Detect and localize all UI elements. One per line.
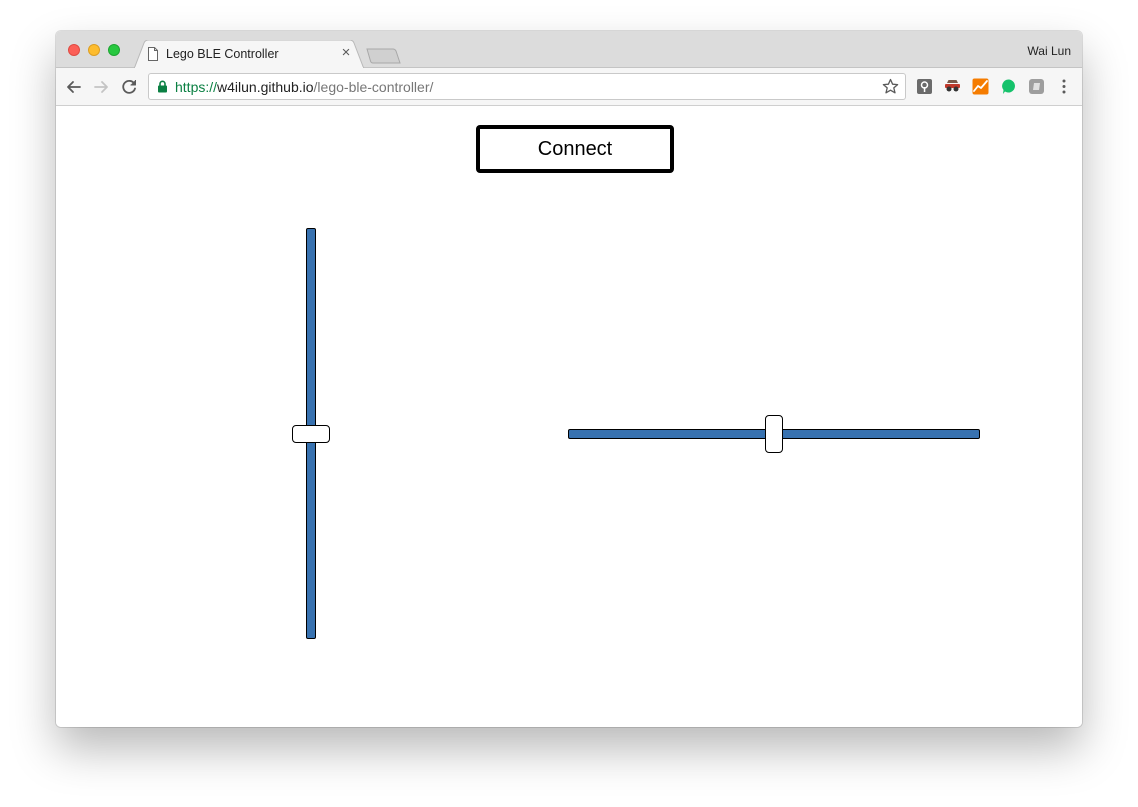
minimize-window-button[interactable] — [88, 44, 100, 56]
browser-tab[interactable]: Lego BLE Controller × — [134, 40, 364, 69]
horizontal-slider-thumb[interactable] — [765, 415, 783, 453]
url-path: /lego-ble-controller/ — [313, 79, 434, 95]
url-text[interactable]: https://w4ilun.github.io/lego-ble-contro… — [175, 79, 433, 95]
incognito-glasses-extension-icon[interactable] — [944, 78, 961, 95]
lock-icon[interactable] — [157, 80, 168, 93]
address-bar[interactable]: https://w4ilun.github.io/lego-ble-contro… — [148, 73, 906, 100]
vertical-slider-thumb[interactable] — [292, 425, 330, 443]
close-window-button[interactable] — [68, 44, 80, 56]
bookmark-star-icon[interactable] — [882, 78, 899, 95]
analytics-chart-extension-icon[interactable] — [972, 78, 989, 95]
back-arrow-icon[interactable] — [64, 77, 84, 97]
page-content: Connect — [56, 106, 1082, 727]
zoom-window-button[interactable] — [108, 44, 120, 56]
reload-icon[interactable] — [119, 77, 139, 97]
gray-square-extension-icon[interactable] — [1028, 78, 1045, 95]
title-bar: Lego BLE Controller × Wai Lun — [56, 31, 1082, 69]
browser-window: Lego BLE Controller × Wai Lun https://w4… — [56, 31, 1082, 727]
forward-arrow-icon[interactable] — [91, 77, 111, 97]
keepass-extension-icon[interactable] — [916, 78, 933, 95]
horizontal-slider[interactable] — [568, 415, 980, 453]
browser-toolbar: https://w4ilun.github.io/lego-ble-contro… — [56, 68, 1082, 106]
document-icon — [148, 47, 158, 61]
green-speech-bubble-extension-icon[interactable] — [1000, 78, 1017, 95]
vertical-slider[interactable] — [292, 228, 330, 641]
profile-name[interactable]: Wai Lun — [1027, 44, 1071, 58]
tab-close-icon[interactable]: × — [339, 45, 353, 60]
url-scheme: https:// — [175, 79, 218, 95]
connect-button[interactable]: Connect — [476, 125, 674, 173]
url-host: w4ilun.github.io — [217, 79, 314, 95]
tab-title: Lego BLE Controller — [166, 47, 279, 61]
more-menu-icon[interactable] — [1056, 78, 1072, 95]
new-tab-button[interactable] — [366, 47, 402, 65]
